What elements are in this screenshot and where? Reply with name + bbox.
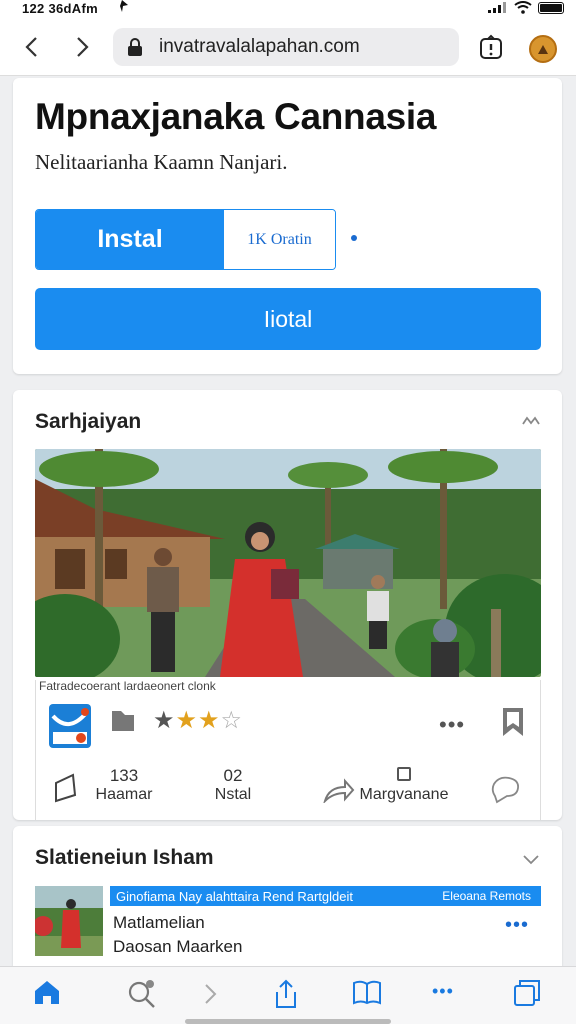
- status-time: 122 36dAfm: [22, 1, 98, 16]
- section-title: Sarhjaiyan: [35, 410, 142, 433]
- rating-count-button[interactable]: 1K Oratin: [224, 210, 335, 269]
- user-icon: [538, 45, 548, 54]
- chevron-down-icon[interactable]: [522, 852, 540, 866]
- info-badge-icon[interactable]: [478, 34, 504, 60]
- install-button[interactable]: Instal: [36, 210, 224, 269]
- chevron-right-icon: [77, 37, 89, 57]
- location-icon: [120, 0, 128, 12]
- stat-label: Margvanane: [359, 786, 449, 803]
- bottom-toolbar: •••: [0, 966, 576, 1024]
- stat-label: Nstal: [214, 786, 252, 803]
- app-header-card: Mpnaxjanaka Cannasia Nelitaarianha Kaamn…: [13, 78, 562, 374]
- screenshot-card: Sarhjaiyan Fatradecoerant lardaeonert cl…: [13, 390, 562, 820]
- install-wide-button[interactable]: Iiotal: [35, 288, 541, 350]
- stat-label: Haamar: [95, 786, 153, 803]
- back-button[interactable]: [16, 32, 46, 62]
- banner-text: Ginofiama Nay alahttaira Rend Rartgldeit: [116, 888, 354, 904]
- list-item-banner: Ginofiama Nay alahttaira Rend Rartgldeit…: [110, 886, 541, 906]
- more-options-icon[interactable]: •••: [439, 712, 465, 738]
- star-icon: ★: [175, 707, 199, 734]
- forward-button[interactable]: [68, 32, 98, 62]
- install-button-group: Instal 1K Oratin: [35, 209, 336, 270]
- search-icon[interactable]: [126, 979, 158, 1009]
- star-rating: ★★★☆: [153, 706, 243, 735]
- list-thumbnail: [35, 886, 103, 956]
- wifi-icon: [514, 1, 532, 14]
- home-indicator: [185, 1019, 391, 1024]
- signal-icon: [488, 2, 506, 13]
- star-empty-icon: ☆: [220, 707, 244, 734]
- app-logo-icon[interactable]: [49, 704, 91, 748]
- home-icon[interactable]: [33, 979, 61, 1005]
- address-bar[interactable]: invatravalalapahan.com: [113, 28, 459, 66]
- star-half-icon: ★: [198, 707, 221, 734]
- stat-square-icon: [359, 766, 449, 786]
- battery-icon: [538, 2, 564, 14]
- book-icon[interactable]: [352, 979, 382, 1005]
- stat-number: 02: [223, 766, 243, 785]
- browser-toolbar: invatravalalapahan.com: [0, 18, 576, 76]
- profile-avatar[interactable]: [529, 35, 557, 63]
- chevron-up-icon[interactable]: [522, 414, 540, 428]
- status-bar: 122 36dAfm: [0, 0, 576, 18]
- list-item-title: Matlamelian: [113, 913, 205, 932]
- stat-haamar: 133 Haamar: [89, 766, 159, 804]
- preview-photo[interactable]: [35, 449, 541, 677]
- dropdown-dot-icon[interactable]: [351, 235, 357, 241]
- more-menu-icon[interactable]: •••: [432, 981, 454, 1002]
- lock-icon: [128, 38, 142, 56]
- app-subtitle: Nelitaarianha Kaamn Nanjari.: [35, 150, 288, 174]
- forward-arrow-icon[interactable]: [323, 777, 355, 803]
- tag-icon[interactable]: [111, 710, 135, 732]
- stat-margvanane: Margvanane: [359, 766, 449, 804]
- bookmark-icon[interactable]: [501, 707, 525, 737]
- photo-scene-illustration: [35, 449, 541, 677]
- comment-icon[interactable]: [489, 774, 521, 804]
- share-icon[interactable]: [273, 979, 299, 1009]
- url-text: invatravalalapahan.com: [159, 36, 360, 57]
- app-title: Mpnaxjanaka Cannasia: [35, 96, 437, 137]
- banner-right-text: Eleoana Remots: [442, 889, 531, 903]
- stat-nstal: 02 Nstal: [198, 766, 268, 804]
- stat-number: 133: [109, 766, 139, 785]
- paper-plane-icon[interactable]: [53, 773, 79, 803]
- tabs-icon[interactable]: [513, 979, 541, 1007]
- chevron-right-icon[interactable]: [204, 983, 218, 1005]
- list-item[interactable]: Ginofiama Nay alahttaira Rend Rartgldeit…: [35, 886, 541, 966]
- photo-caption: Fatradecoerant lardaeonert clonk: [39, 679, 216, 693]
- list-item-subtitle: Daosan Maarken: [113, 937, 243, 956]
- chevron-left-icon: [25, 37, 37, 57]
- list-item-more-icon[interactable]: •••: [505, 914, 529, 937]
- list-card: Slatieneiun Isham Ginofiama Nay alahttai…: [13, 826, 562, 976]
- section-title: Slatieneiun Isham: [35, 846, 214, 869]
- star-icon: ★: [153, 707, 176, 734]
